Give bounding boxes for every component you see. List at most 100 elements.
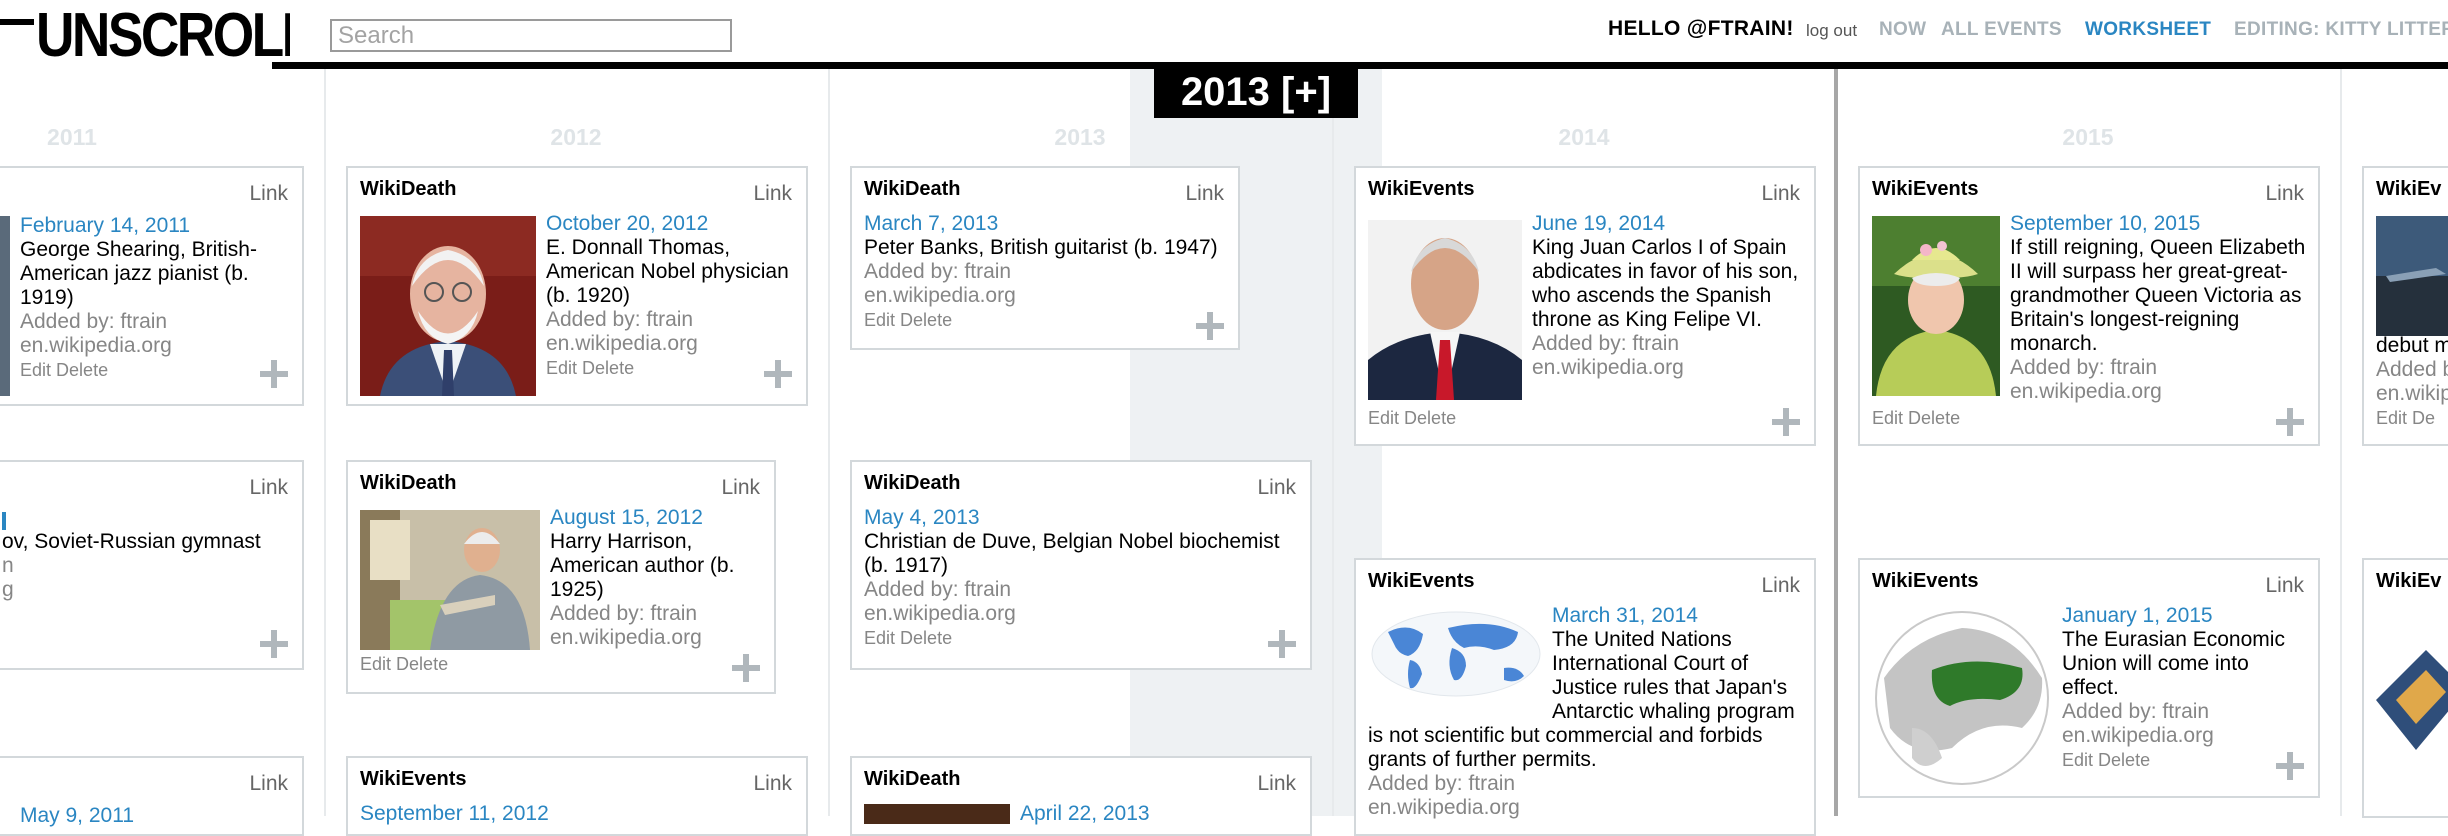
search-input[interactable]	[330, 19, 732, 52]
event-body: September 10, 2015 If still reigning, Qu…	[2010, 212, 2308, 404]
nav-editing[interactable]: EDITING: KITTY LITTER	[2234, 19, 2448, 41]
add-plus-icon[interactable]	[2276, 408, 2304, 436]
event-added-by: Added by: ftrain	[546, 308, 694, 331]
card-link[interactable]: Link	[2265, 182, 2304, 206]
event-text: ov, Soviet-Russian gymnast	[2, 530, 261, 553]
header-rule	[272, 62, 2448, 69]
card-link[interactable]: Link	[1185, 182, 1224, 206]
card-link[interactable]: Link	[721, 476, 760, 500]
add-plus-icon[interactable]	[2276, 752, 2304, 780]
event-body: ov, Soviet-Russian gymnast n g	[2, 508, 292, 602]
portrait-photo	[864, 804, 1010, 824]
add-plus-icon[interactable]	[764, 360, 792, 388]
event-actions: Edit Delete	[20, 358, 292, 382]
card-link[interactable]: Link	[249, 772, 288, 796]
event-card: WikiEvents Link September 11, 2012	[346, 756, 808, 836]
event-date[interactable]: May 4, 2013	[864, 506, 1300, 530]
add-plus-icon[interactable]	[1268, 630, 1296, 658]
event-body: May 9, 2011	[20, 804, 292, 828]
card-source: WikiEvents	[1368, 178, 1475, 200]
event-date[interactable]: April 22, 2013	[1020, 802, 1300, 826]
event-domain: en.wikipedia.org	[546, 332, 698, 355]
year-label-2013: 2013	[1054, 124, 1106, 150]
event-date[interactable]: September 11, 2012	[360, 802, 796, 826]
card-link[interactable]: Link	[2265, 574, 2304, 598]
event-text-wrap: The United Nations International Court o…	[1368, 628, 1804, 820]
event-date[interactable]: February 14, 2011	[20, 214, 292, 238]
add-plus-icon[interactable]	[732, 654, 760, 682]
logo-bar	[0, 19, 34, 25]
event-card: WikiDeath Link October 20, 2012 E. Donna…	[346, 166, 808, 406]
card-link[interactable]: Link	[249, 182, 288, 206]
card-link[interactable]: Link	[753, 182, 792, 206]
current-year-button[interactable]: 2013 [+]	[1154, 66, 1358, 118]
event-domain: en.wikipedia.org	[864, 284, 1016, 307]
event-date[interactable]: January 1, 2015	[2062, 604, 2308, 628]
edit-link[interactable]: Edit	[864, 628, 895, 648]
edit-link[interactable]: Edit	[20, 360, 51, 380]
event-added-by: n	[2, 554, 14, 577]
event-text: King Juan Carlos I of Spain abdicates in…	[1532, 236, 1799, 331]
edit-link[interactable]: Edit	[1368, 408, 1399, 428]
year-divider	[324, 69, 326, 816]
nav-now[interactable]: NOW	[1879, 19, 1926, 41]
edit-link[interactable]: Edit	[2062, 750, 2093, 770]
event-added-by: Added by: ftrain	[2062, 700, 2210, 723]
event-domain: en.wikipedia.org	[550, 626, 702, 649]
event-body: January 1, 2015 The Eurasian Economic Un…	[2062, 604, 2308, 772]
event-card: WikiDeath Link April 22, 2013	[850, 756, 1312, 836]
unscroll-logo[interactable]: UNSCROLL	[0, 6, 290, 68]
event-body: October 20, 2012 E. Donnall Thomas, Amer…	[546, 212, 796, 380]
add-plus-icon[interactable]	[1196, 312, 1224, 340]
add-plus-icon[interactable]	[260, 630, 288, 658]
delete-link[interactable]: Delete	[1404, 408, 1456, 428]
delete-link[interactable]: Delete	[900, 628, 952, 648]
event-body: June 19, 2014 King Juan Carlos I of Spai…	[1532, 212, 1804, 380]
logout-link[interactable]: log out	[1806, 21, 1857, 41]
edit-link[interactable]: Edit	[360, 654, 391, 674]
event-photo	[0, 216, 10, 396]
event-card: WikiEvents Link September 10, 2015 If st…	[1858, 166, 2320, 446]
event-added-by: Added by: ftrain	[864, 260, 1012, 283]
card-link[interactable]: Link	[753, 772, 792, 796]
event-domain: en.wikipedia.org	[2010, 380, 2162, 403]
edit-link[interactable]: Edit	[546, 358, 577, 378]
delete-link[interactable]: Delete	[396, 654, 448, 674]
nav-worksheet[interactable]: WORKSHEET	[2085, 19, 2211, 41]
card-link[interactable]: Link	[249, 476, 288, 500]
edit-link[interactable]: Edit	[864, 310, 895, 330]
add-plus-icon[interactable]	[260, 360, 288, 388]
add-plus-icon[interactable]	[1772, 408, 1800, 436]
card-source: WikiEvents	[1872, 570, 1979, 592]
event-date[interactable]: August 15, 2012	[550, 506, 764, 530]
nav-all-events[interactable]: ALL EVENTS	[1941, 19, 2062, 41]
event-body: debut m Added b en.wikip Edit De	[2376, 334, 2448, 430]
event-card: WikiEvents Link March 31, 2014 The Unite…	[1354, 558, 1816, 836]
event-text: The Eurasian Economic Union will come in…	[2062, 628, 2285, 699]
year-divider	[2340, 69, 2342, 816]
delete-link[interactable]: Delete	[56, 360, 108, 380]
event-actions: Edit Delete	[2062, 748, 2308, 772]
event-date[interactable]: June 19, 2014	[1532, 212, 1804, 236]
delete-link[interactable]: Delete	[2098, 750, 2150, 770]
card-link[interactable]: Link	[1257, 476, 1296, 500]
card-link[interactable]: Link	[1761, 574, 1800, 598]
delete-link[interactable]: Delete	[582, 358, 634, 378]
event-date[interactable]: October 20, 2012	[546, 212, 796, 236]
event-date[interactable]: March 7, 2013	[864, 212, 1228, 236]
event-actions: Edit Delete	[360, 654, 448, 675]
year-divider	[1332, 69, 1334, 816]
delete-link[interactable]: Delete	[900, 310, 952, 330]
portrait-photo	[360, 510, 540, 650]
card-link[interactable]: Link	[1257, 772, 1296, 796]
event-actions[interactable]: Edit De	[2376, 406, 2448, 430]
event-body: September 11, 2012	[360, 802, 796, 826]
event-text: George Shearing, British-American jazz p…	[20, 238, 257, 309]
card-link[interactable]: Link	[1761, 182, 1800, 206]
event-added-by: Added b	[2376, 358, 2448, 381]
event-date[interactable]: May 9, 2011	[20, 804, 292, 828]
event-date[interactable]: March 31, 2014	[1552, 604, 1804, 628]
delete-link[interactable]: Delete	[1908, 408, 1960, 428]
edit-link[interactable]: Edit	[1872, 408, 1903, 428]
event-date[interactable]: September 10, 2015	[2010, 212, 2308, 236]
